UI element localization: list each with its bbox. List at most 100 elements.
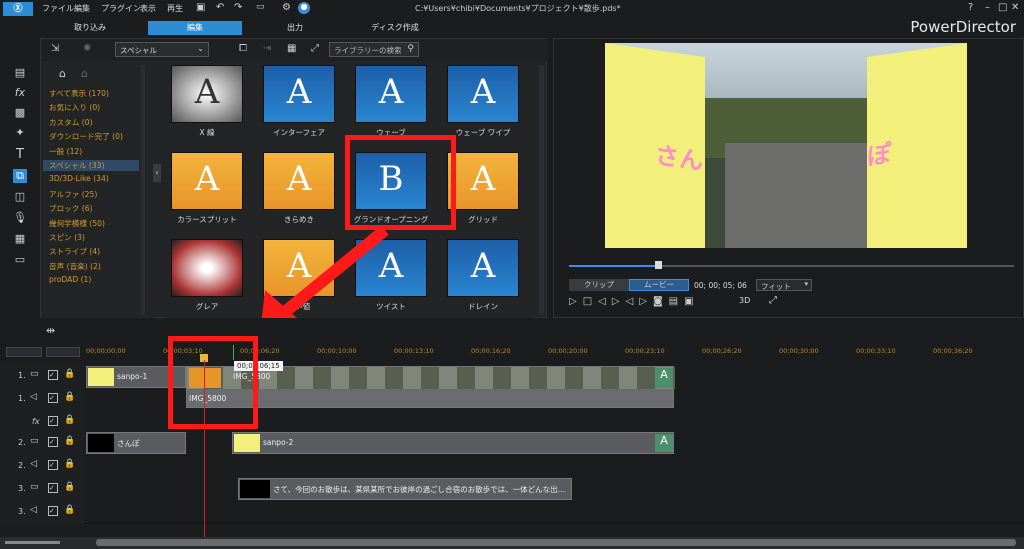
play-icon[interactable]: ▷ [569,296,583,307]
zoom-slider[interactable] [5,541,60,544]
save-icon[interactable]: ▣ [196,2,205,13]
pip-room-icon[interactable]: ▩ [13,106,27,120]
menu-playback[interactable]: 再生 [167,3,183,14]
tab-edit[interactable]: 編集 [148,21,242,35]
timeline-mode-icon[interactable]: ⇹ [46,324,55,337]
lock-icon[interactable]: 🔒 [64,505,75,515]
plugin-icon[interactable]: ✺ [83,43,91,54]
chapter-room-icon[interactable]: ▦ [13,232,27,246]
timeline-track[interactable]: 2. ◁ ✓ 🔒 [0,454,1024,478]
track-enable-checkbox[interactable]: ✓ [48,393,58,403]
category-item[interactable]: 幾何学模様 (50) [49,218,105,229]
category-dropdown[interactable]: スペシャル ⌄ [115,42,209,57]
category-item[interactable]: ストライプ (4) [49,246,100,257]
tab-capture[interactable]: 取り込み [40,21,140,35]
stop-icon[interactable]: □ [583,296,598,307]
tag-icon[interactable]: ⌂ [59,67,66,80]
lock-icon[interactable]: 🔒 [64,369,75,379]
category-item[interactable]: スペシャル (33) [43,160,139,171]
maximize-icon[interactable]: □ [998,2,1007,13]
fullscreen-icon[interactable]: ⤢ [769,295,777,306]
redo-icon[interactable]: ↷ [234,2,242,13]
3d-toggle[interactable]: 3D [739,296,750,305]
category-item[interactable]: スピン (3) [49,232,85,243]
transition-end-icon[interactable]: A [655,368,673,388]
menu-edit[interactable]: 編集 [74,3,90,14]
undo-icon[interactable]: ↶ [216,2,224,13]
transition-room-icon[interactable]: ⧉ [13,169,27,183]
transition-end-icon[interactable]: A [655,434,673,452]
aspect-icon[interactable]: ▭ [256,2,265,12]
track-manager-button[interactable] [46,347,80,357]
preview-scrubber[interactable] [569,261,1014,269]
fit-timeline-button[interactable] [6,347,42,357]
next-frame-icon[interactable]: ▷ [612,296,626,307]
clip-img5800[interactable]: IMG_5800 IMG_5800 A [186,366,675,408]
transition-thumbnail[interactable]: A [447,152,519,210]
preview-video[interactable]: さん ぽ [605,43,967,248]
category-item[interactable]: お気に入り (0) [49,102,100,113]
track-enable-checkbox[interactable]: ✓ [48,483,58,493]
category-item[interactable]: ダウンロード完了 (0) [49,131,123,142]
category-item[interactable]: ブロック (6) [49,203,93,214]
category-item[interactable]: アルファ (25) [49,189,97,200]
title-room-icon[interactable]: T [13,148,27,162]
transition-thumbnail[interactable] [171,239,243,297]
category-item[interactable]: すべて表示 (170) [49,88,109,99]
transition-thumbnail[interactable]: A [447,239,519,297]
category-scrollbar[interactable] [141,65,145,315]
export-icon[interactable]: ⇥ [263,43,271,54]
timeline-scrollbar[interactable] [0,537,1024,549]
track-enable-checkbox[interactable]: ✓ [48,437,58,447]
voiceover-room-icon[interactable]: 🎙 [13,211,27,225]
grid-view-icon[interactable]: ▦ [287,43,296,54]
minimize-icon[interactable]: – [985,2,990,13]
transition-thumbnail[interactable]: A [263,65,335,123]
clip-sanpo-2[interactable]: sanpo-2 A [232,432,674,454]
category-item[interactable]: カスタム (0) [49,117,93,128]
track-enable-checkbox[interactable]: ✓ [48,416,58,426]
track-enable-checkbox[interactable]: ✓ [48,506,58,516]
close-icon[interactable]: ✕ [1011,2,1019,13]
category-item[interactable]: 音声 (音楽) (2) [49,261,101,272]
tab-movie[interactable]: ムービー [629,279,689,291]
subtitle-room-icon[interactable]: ▭ [13,253,27,267]
transition-thumbnail[interactable]: A [171,65,243,123]
zoom-dropdown[interactable]: フィット ▾ [756,279,812,291]
category-item[interactable]: proDAD (1) [49,275,91,284]
category-item[interactable]: 一般 (12) [49,146,82,157]
lock-icon[interactable]: 🔒 [64,482,75,492]
clip-sanpo-title[interactable]: さんぽ [86,432,186,454]
transition-thumbnail[interactable]: A [263,152,335,210]
fx-room-icon[interactable]: fx [13,86,27,100]
menu-view[interactable]: 表示 [140,3,156,14]
grid-scrollbar[interactable] [539,65,544,315]
menu-plugins[interactable]: プラグイン [101,3,141,14]
tab-clip[interactable]: クリップ [569,279,629,291]
tab-disc[interactable]: ディスク作成 [350,21,440,35]
timeline-ruler[interactable]: 00;00;00;00 00;00;03;10 00;00;06;20 00;00;1… [0,344,1024,360]
volume-icon[interactable]: ▤ [669,296,684,307]
track-enable-checkbox[interactable]: ✓ [48,370,58,380]
transition-thumbnail[interactable]: A [171,152,243,210]
horizontal-scroll-thumb[interactable] [96,539,1016,546]
prev-frame-icon[interactable]: ◁ [598,296,612,307]
particle-room-icon[interactable]: ✦ [13,126,27,140]
category-item[interactable]: 3D/3D-Like (34) [49,174,109,183]
settings-icon[interactable]: ⚙ [282,2,291,13]
track-enable-checkbox[interactable]: ✓ [48,460,58,470]
library-search-input[interactable]: ライブラリーの検索 ⚲ [329,42,419,57]
undock-icon[interactable]: ▣ [684,296,699,307]
new-item-icon[interactable]: ⧠ [239,43,247,54]
collapse-panel-button[interactable]: ‹ [153,164,161,182]
snapshot-icon[interactable]: ◙ [653,296,669,307]
lock-icon[interactable]: 🔒 [64,415,75,425]
import-icon[interactable]: ⇲ [51,43,59,54]
remove-tag-icon[interactable]: ⌂ [81,67,88,80]
clip-caption[interactable]: さて、今回のお散歩は、某県某所でお彼岸の過ごし合宿のお散歩では、一体どんな出会い… [238,478,572,500]
rewind-icon[interactable]: ◁ [626,296,640,307]
lock-icon[interactable]: 🔒 [64,436,75,446]
tab-output[interactable]: 出力 [250,21,340,35]
lock-icon[interactable]: 🔒 [64,459,75,469]
timeline-track[interactable]: 3. ◁ ✓ 🔒 [0,500,1024,524]
